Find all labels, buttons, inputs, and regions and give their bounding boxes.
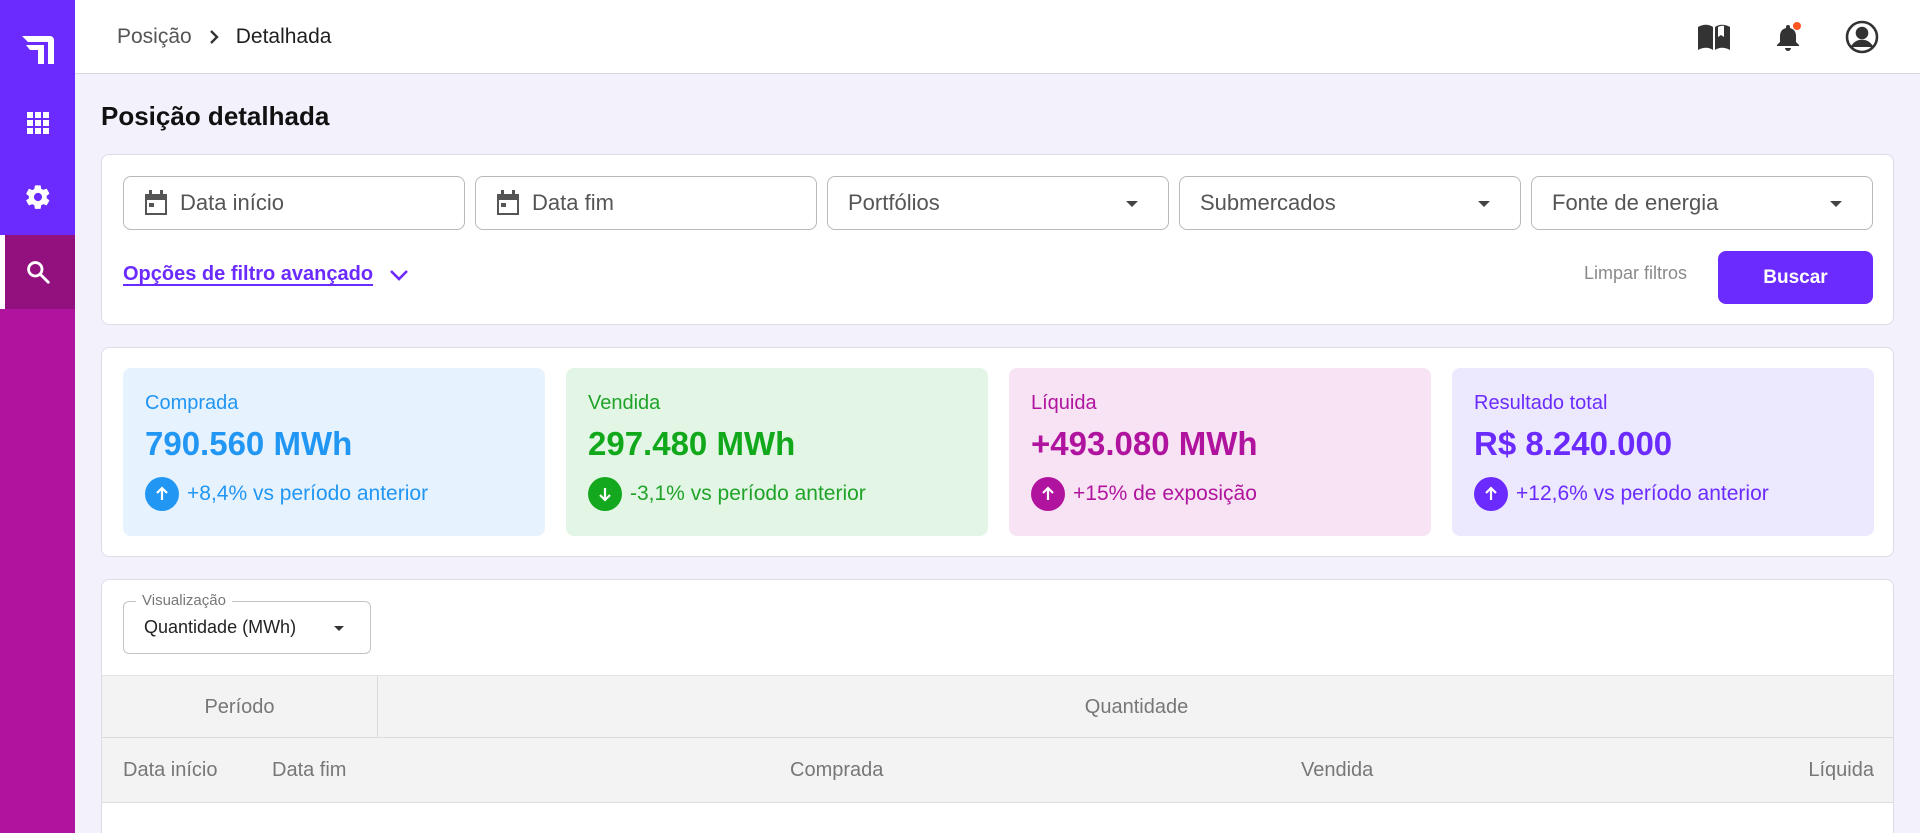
kpi-label: Resultado total	[1474, 392, 1608, 414]
kpi-card-liquida: Líquida +493.080 MWh +15% de exposição	[1009, 368, 1431, 536]
date-end-field[interactable]: Data fim	[475, 176, 817, 230]
portfolios-select[interactable]: Portfólios	[827, 176, 1169, 230]
kpi-delta: +15% de exposição	[1031, 477, 1431, 511]
date-start-field[interactable]: Data início	[123, 176, 465, 230]
chevron-right-icon	[208, 29, 220, 45]
kpi-delta-text: +12,6% vs período anterior	[1516, 482, 1769, 505]
gear-icon[interactable]	[0, 160, 75, 234]
notification-dot	[1793, 22, 1801, 30]
date-start-placeholder: Data início	[180, 190, 284, 215]
kpi-delta: +12,6% vs período anterior	[1474, 477, 1874, 511]
kpi-delta-text: -3,1% vs período anterior	[630, 482, 866, 505]
column-comprada[interactable]: Comprada	[790, 759, 883, 782]
kpi-value: +493.080 MWh	[1031, 425, 1258, 462]
chevron-down-icon	[389, 269, 409, 281]
advanced-filter-toggle[interactable]: Opções de filtro avançado	[123, 263, 409, 286]
submarkets-select[interactable]: Submercados	[1179, 176, 1521, 230]
arrow-up-icon	[1031, 477, 1065, 511]
table-column-header: Data início Data fim Comprada Vendida Lí…	[102, 738, 1893, 803]
kpi-value: 790.560 MWh	[145, 425, 353, 462]
calendar-icon	[144, 190, 168, 216]
kpi-card-resultado-total: Resultado total R$ 8.240.000 +12,6% vs p…	[1452, 368, 1874, 536]
sidebar	[0, 0, 75, 833]
kpi-delta: +8,4% vs período anterior	[145, 477, 545, 511]
kpi-label: Líquida	[1031, 392, 1097, 414]
kpi-panel: Comprada 790.560 MWh +8,4% vs período an…	[101, 347, 1894, 557]
user-circle-icon[interactable]	[1842, 17, 1882, 57]
column-liquida[interactable]: Líquida	[1808, 759, 1874, 782]
book-icon[interactable]	[1694, 17, 1734, 57]
column-data-fim[interactable]: Data fim	[272, 759, 346, 782]
filter-panel: Data início Data fim Portfólios Submerca…	[101, 154, 1894, 325]
visualization-select[interactable]: Visualização Quantidade (MWh)	[123, 592, 371, 654]
kpi-delta: -3,1% vs período anterior	[588, 477, 988, 511]
energy-source-select[interactable]: Fonte de energia	[1531, 176, 1873, 230]
visualization-label: Visualização	[136, 592, 232, 609]
kpi-label: Comprada	[145, 392, 239, 414]
bell-icon[interactable]	[1768, 17, 1808, 57]
breadcrumb-current: Detalhada	[235, 25, 332, 48]
portfolios-label: Portfólios	[848, 190, 940, 215]
energy-source-label: Fonte de energia	[1552, 190, 1719, 215]
topbar-actions	[1694, 0, 1920, 74]
advanced-filter-label: Opções de filtro avançado	[123, 263, 374, 285]
apps-grid-icon[interactable]	[0, 86, 75, 160]
breadcrumb-parent[interactable]: Posição	[117, 25, 192, 49]
search-icon[interactable]	[0, 235, 75, 309]
kpi-card-vendida: Vendida 297.480 MWh -3,1% vs período ant…	[566, 368, 988, 536]
arrow-up-icon	[145, 477, 179, 511]
calendar-icon	[496, 190, 520, 216]
header-periodo: Período	[102, 676, 378, 738]
arrow-up-icon	[1474, 477, 1508, 511]
column-data-inicio[interactable]: Data início	[123, 759, 218, 782]
logo-icon[interactable]	[0, 12, 75, 86]
submarkets-label: Submercados	[1200, 190, 1336, 215]
kpi-card-comprada: Comprada 790.560 MWh +8,4% vs período an…	[123, 368, 545, 536]
caret-down-icon	[1126, 201, 1138, 207]
kpi-value: R$ 8.240.000	[1474, 425, 1673, 462]
kpi-delta-text: +8,4% vs período anterior	[187, 482, 429, 505]
caret-down-icon	[1830, 201, 1842, 207]
clear-filters-button[interactable]: Limpar filtros	[1584, 263, 1687, 284]
table-group-header: Período Quantidade	[102, 675, 1893, 738]
date-end-placeholder: Data fim	[532, 190, 614, 215]
visualization-value: Quantidade (MWh)	[144, 617, 297, 637]
page-title: Posição detalhada	[101, 101, 330, 131]
caret-down-icon	[1478, 201, 1490, 207]
search-button[interactable]: Buscar	[1718, 251, 1873, 304]
kpi-delta-text: +15% de exposição	[1073, 482, 1257, 505]
column-vendida[interactable]: Vendida	[1301, 759, 1373, 782]
header-quantidade: Quantidade	[1084, 695, 1189, 718]
topbar: Posição Detalhada	[75, 0, 1920, 74]
caret-down-icon	[334, 626, 344, 631]
position-table-panel: Visualização Quantidade (MWh) Período Qu…	[101, 579, 1894, 833]
kpi-label: Vendida	[588, 392, 661, 414]
kpi-value: 297.480 MWh	[588, 425, 796, 462]
breadcrumb: Posição Detalhada	[117, 0, 331, 74]
arrow-down-icon	[588, 477, 622, 511]
